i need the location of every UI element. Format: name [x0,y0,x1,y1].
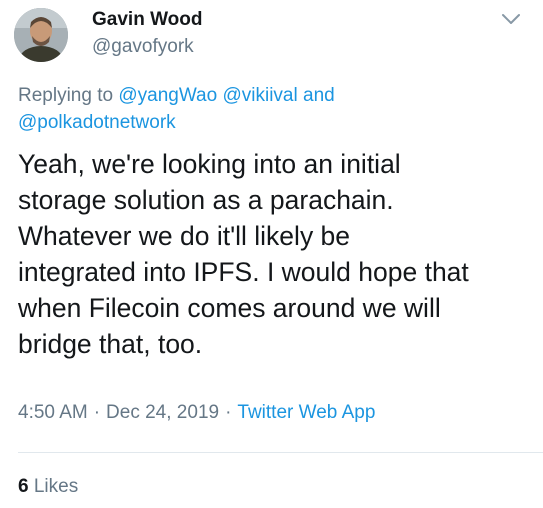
likes-label: Likes [33,476,79,497]
tweet-source[interactable]: Twitter Web App [237,402,375,423]
meta-separator: · [225,402,232,423]
divider [18,452,543,453]
tweet-time[interactable]: 4:50 AM [18,402,88,423]
likes-count: 6 [18,476,29,497]
mention-link[interactable]: @vikiival [222,85,297,106]
mention-conjunction: and [303,85,335,106]
likes-stat[interactable]: 6 Likes [18,476,78,498]
author-handle[interactable]: @gavofyork [92,36,194,58]
chevron-down-icon[interactable] [501,12,521,26]
mention-link[interactable]: @yangWao [118,85,217,106]
tweet-meta: 4:50 AM · Dec 24, 2019 · Twitter Web App [18,402,375,424]
meta-separator: · [93,402,101,423]
mention-link[interactable]: @polkadotnetwork [18,112,176,133]
author-name[interactable]: Gavin Wood [92,9,202,31]
replying-prefix: Replying to [18,85,114,106]
tweet-text: Yeah, we're looking into an initial stor… [18,149,469,359]
avatar[interactable] [14,8,68,62]
replying-to: Replying to @yangWao @vikiival and @polk… [18,82,523,136]
tweet-date[interactable]: Dec 24, 2019 [106,402,219,423]
